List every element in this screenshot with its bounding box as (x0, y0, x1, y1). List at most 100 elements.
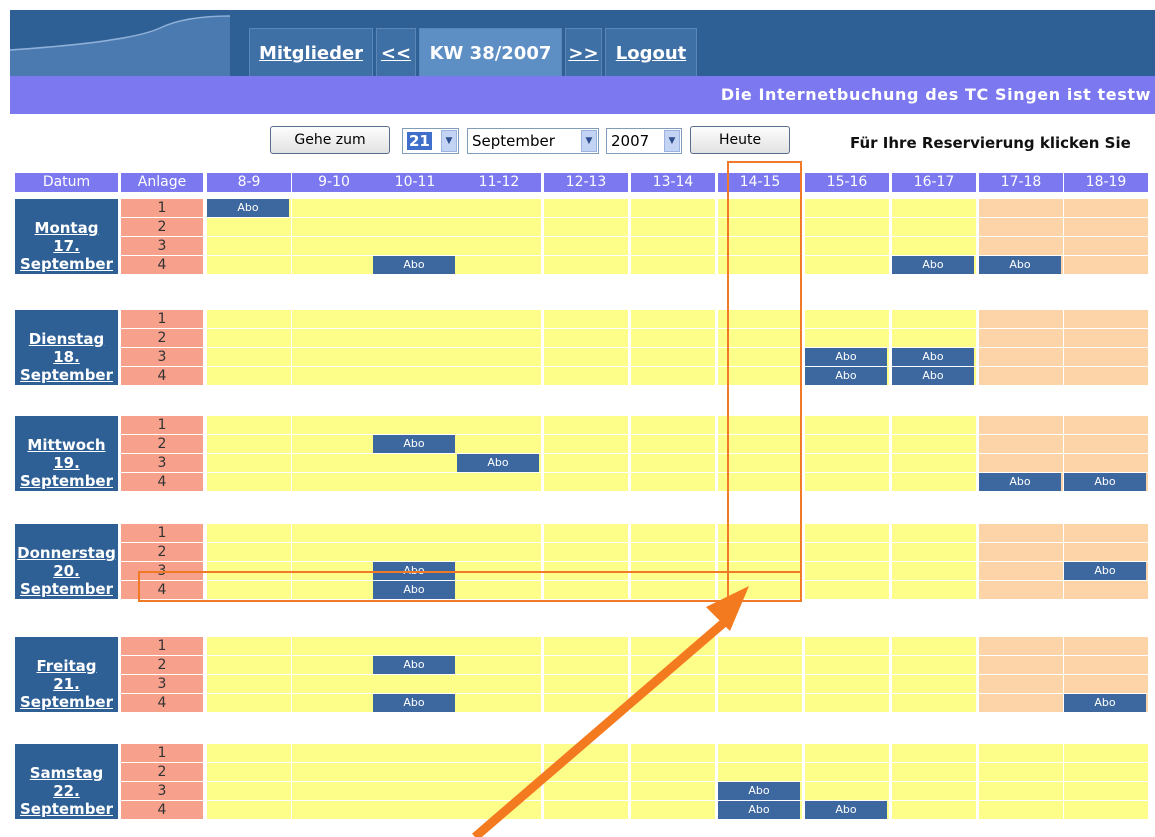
time-slot[interactable] (805, 218, 889, 236)
time-slot[interactable] (207, 435, 291, 453)
time-slot[interactable] (892, 675, 976, 693)
time-slot[interactable] (892, 199, 976, 217)
time-slot[interactable] (292, 218, 376, 236)
booking-abo[interactable]: Abo (207, 199, 289, 217)
time-slot[interactable] (1064, 218, 1148, 236)
time-slot[interactable] (207, 348, 291, 366)
time-slot[interactable] (631, 763, 715, 781)
time-slot[interactable] (631, 218, 715, 236)
time-slot[interactable] (979, 763, 1063, 781)
time-slot[interactable] (979, 637, 1063, 655)
time-slot[interactable] (457, 744, 541, 762)
time-slot[interactable] (631, 637, 715, 655)
booking-abo[interactable]: Abo (1064, 473, 1146, 491)
booking-abo[interactable]: Abo (805, 348, 887, 366)
time-slot[interactable] (207, 801, 291, 819)
time-slot[interactable] (805, 562, 889, 580)
time-slot[interactable] (805, 435, 889, 453)
time-slot[interactable] (892, 744, 976, 762)
time-slot[interactable] (892, 416, 976, 434)
time-slot[interactable] (631, 348, 715, 366)
time-slot[interactable] (457, 256, 541, 274)
time-slot[interactable] (292, 435, 376, 453)
time-slot[interactable] (457, 543, 541, 561)
time-slot[interactable] (373, 310, 457, 328)
booking-abo[interactable]: Abo (892, 367, 974, 385)
day-link-num[interactable]: 22. (15, 782, 118, 800)
day-link-month[interactable]: September (15, 366, 118, 384)
day-label-block[interactable]: Montag 17. September (15, 199, 118, 274)
day-link-name[interactable]: Donnerstag (15, 544, 118, 562)
time-slot[interactable] (805, 694, 889, 712)
time-slot[interactable] (207, 637, 291, 655)
time-slot[interactable] (805, 581, 889, 599)
time-slot[interactable] (544, 763, 628, 781)
time-slot[interactable] (1064, 656, 1148, 674)
time-slot[interactable] (373, 524, 457, 542)
time-slot[interactable] (718, 763, 802, 781)
booking-abo[interactable]: Abo (805, 801, 887, 819)
time-slot[interactable] (979, 744, 1063, 762)
time-slot[interactable] (979, 199, 1063, 217)
time-slot[interactable] (457, 473, 541, 491)
day-label-block[interactable]: Samstag 22. September (15, 744, 118, 819)
day-link-name[interactable]: Freitag (15, 657, 118, 675)
day-link-month[interactable]: September (15, 800, 118, 818)
time-slot[interactable] (1064, 524, 1148, 542)
time-slot[interactable] (892, 656, 976, 674)
booking-abo[interactable]: Abo (373, 656, 455, 674)
time-slot[interactable] (292, 348, 376, 366)
time-slot[interactable] (718, 694, 802, 712)
time-slot[interactable] (457, 237, 541, 255)
time-slot[interactable] (544, 656, 628, 674)
time-slot[interactable] (544, 801, 628, 819)
time-slot[interactable] (207, 524, 291, 542)
time-slot[interactable] (292, 329, 376, 347)
time-slot[interactable] (805, 473, 889, 491)
time-slot[interactable] (805, 675, 889, 693)
time-slot[interactable] (457, 416, 541, 434)
time-slot[interactable] (892, 435, 976, 453)
time-slot[interactable] (373, 416, 457, 434)
time-slot[interactable] (892, 454, 976, 472)
time-slot[interactable] (207, 310, 291, 328)
time-slot[interactable] (1064, 435, 1148, 453)
booking-abo[interactable]: Abo (373, 435, 455, 453)
time-slot[interactable] (457, 348, 541, 366)
time-slot[interactable] (805, 543, 889, 561)
time-slot[interactable] (544, 435, 628, 453)
booking-abo[interactable]: Abo (718, 801, 800, 819)
time-slot[interactable] (892, 801, 976, 819)
time-slot[interactable] (892, 237, 976, 255)
time-slot[interactable] (631, 237, 715, 255)
time-slot[interactable] (805, 310, 889, 328)
time-slot[interactable] (631, 435, 715, 453)
time-slot[interactable] (979, 435, 1063, 453)
time-slot[interactable] (457, 675, 541, 693)
time-slot[interactable] (1064, 199, 1148, 217)
booking-abo[interactable]: Abo (457, 454, 539, 472)
time-slot[interactable] (631, 543, 715, 561)
time-slot[interactable] (1064, 454, 1148, 472)
time-slot[interactable] (631, 367, 715, 385)
time-slot[interactable] (892, 581, 976, 599)
time-slot[interactable] (457, 524, 541, 542)
time-slot[interactable] (373, 367, 457, 385)
time-slot[interactable] (805, 782, 889, 800)
time-slot[interactable] (1064, 543, 1148, 561)
day-link-month[interactable]: September (15, 580, 118, 598)
time-slot[interactable] (892, 329, 976, 347)
time-slot[interactable] (979, 218, 1063, 236)
time-slot[interactable] (292, 237, 376, 255)
time-slot[interactable] (631, 694, 715, 712)
day-link-name[interactable]: Dienstag (15, 330, 118, 348)
day-label-block[interactable]: Mittwoch 19. September (15, 416, 118, 491)
time-slot[interactable] (631, 256, 715, 274)
time-slot[interactable] (544, 675, 628, 693)
time-slot[interactable] (1064, 329, 1148, 347)
booking-abo[interactable]: Abo (805, 367, 887, 385)
booking-abo[interactable]: Abo (1064, 694, 1146, 712)
time-slot[interactable] (1064, 367, 1148, 385)
time-slot[interactable] (892, 637, 976, 655)
time-slot[interactable] (805, 416, 889, 434)
